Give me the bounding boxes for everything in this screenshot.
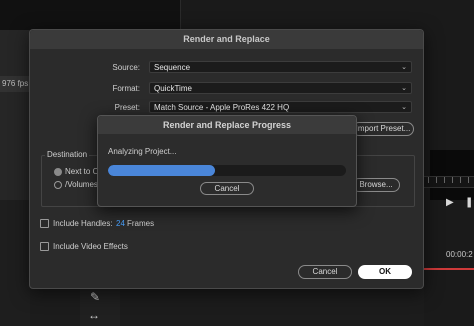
- progress-dialog-title: Render and Replace Progress: [98, 116, 356, 134]
- play-icon[interactable]: ▶: [446, 197, 454, 208]
- destination-option1-label: Next to O: [65, 167, 99, 176]
- source-value: Sequence: [154, 63, 191, 72]
- progress-bar: [108, 165, 346, 176]
- ok-button[interactable]: OK: [358, 265, 412, 279]
- program-monitor-area: [430, 150, 474, 200]
- preset-select[interactable]: Match Source - Apple ProRes 422 HQ ⌄: [149, 101, 412, 113]
- source-label: Source:: [112, 63, 140, 72]
- app-top-strip: [0, 0, 474, 30]
- cancel-button[interactable]: Cancel: [298, 265, 352, 279]
- destination-label: Destination: [45, 150, 90, 159]
- fps-readout: 976 fps: [0, 76, 32, 92]
- include-video-effects-label: Include Video Effects: [53, 242, 128, 251]
- dialog-title: Render and Replace: [30, 30, 423, 49]
- progress-bar-fill: [108, 165, 216, 176]
- format-label: Format:: [112, 84, 140, 93]
- handles-frames-value[interactable]: 24: [116, 219, 125, 228]
- step-forward-icon[interactable]: ❚: [465, 197, 473, 208]
- source-select[interactable]: Sequence ⌄: [149, 61, 412, 73]
- chevron-down-icon: ⌄: [401, 104, 407, 111]
- import-preset-button[interactable]: Import Preset...: [352, 122, 414, 136]
- destination-next-to-original-radio[interactable]: [54, 168, 62, 176]
- chevron-down-icon: ⌄: [401, 64, 407, 71]
- progress-cancel-button[interactable]: Cancel: [200, 182, 254, 195]
- progress-dialog: Render and Replace Progress Analyzing Pr…: [97, 115, 357, 207]
- format-select[interactable]: QuickTime ⌄: [149, 82, 412, 94]
- tools-panel: ✎ ↔: [80, 288, 120, 326]
- preset-value: Match Source - Apple ProRes 422 HQ: [154, 103, 290, 112]
- format-value: QuickTime: [154, 84, 192, 93]
- destination-volumes-radio[interactable]: [54, 181, 62, 189]
- destination-option2-label: /Volumes: [65, 180, 98, 189]
- progress-status: Analyzing Project...: [108, 147, 177, 156]
- handles-frames-unit: Frames: [127, 219, 155, 228]
- program-monitor-top: [180, 0, 474, 30]
- include-handles-label: Include Handles:: [53, 219, 113, 228]
- chevron-down-icon: ⌄: [401, 85, 407, 92]
- preset-label: Preset:: [114, 103, 140, 112]
- left-lower-panel: [0, 200, 30, 326]
- pen-tool-icon[interactable]: ✎: [90, 290, 100, 304]
- include-video-effects-checkbox[interactable]: [40, 242, 49, 251]
- playhead-line: [424, 268, 474, 270]
- include-handles-checkbox[interactable]: [40, 219, 49, 228]
- slip-tool-icon[interactable]: ↔: [88, 308, 100, 322]
- timeline-ruler[interactable]: [424, 176, 474, 188]
- timecode: 00:00:2: [446, 250, 473, 259]
- browse-button[interactable]: Browse...: [352, 178, 400, 192]
